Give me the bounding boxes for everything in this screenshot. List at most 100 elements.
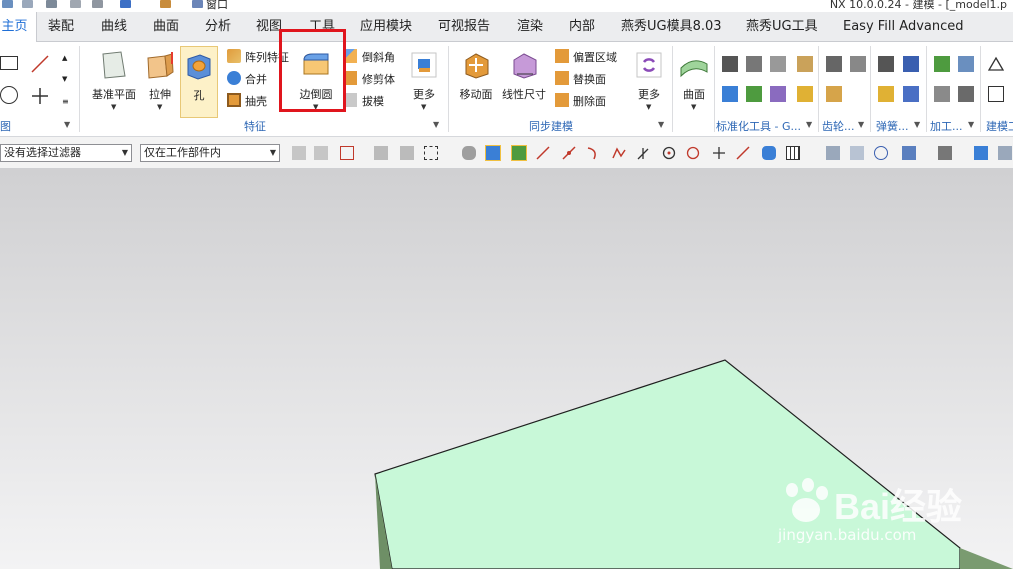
endpoint-snap-icon[interactable] <box>536 146 550 160</box>
selection-scope-dropdown[interactable]: 仅在工作部件内 ▼ <box>140 144 280 162</box>
standard-tool-7-icon[interactable] <box>770 86 786 102</box>
grid-icon[interactable] <box>786 146 800 160</box>
tab-assembly[interactable]: 装配 <box>48 12 74 42</box>
surface-button[interactable]: 曲面 ▼ <box>676 46 712 118</box>
standard-tool-3-icon[interactable] <box>770 56 786 72</box>
spring-tool-1-icon[interactable] <box>878 56 894 72</box>
face-select-icon[interactable] <box>462 146 476 160</box>
window-menu-label[interactable]: 窗口 <box>206 0 228 12</box>
feature-group-menu-icon[interactable]: ▼ <box>433 120 439 129</box>
feature-more-button[interactable]: 更多 ▼ <box>404 46 444 118</box>
tab-yanxiu-tools[interactable]: 燕秀UG工具 <box>746 12 818 42</box>
refresh-icon[interactable] <box>874 146 888 160</box>
gallery-expand-icon[interactable]: ≡ <box>62 97 69 106</box>
surface-dropdown-icon[interactable]: ▼ <box>691 103 696 111</box>
filter-tool-1-icon[interactable] <box>292 146 306 160</box>
spring-group-menu-icon[interactable]: ▼ <box>914 120 920 129</box>
gear-tool-1-icon[interactable] <box>826 56 842 72</box>
spring-tool-4-icon[interactable] <box>903 86 919 102</box>
linear-dimension-button[interactable]: 线性尺寸 <box>498 46 550 118</box>
machining-tool-1-icon[interactable] <box>934 56 950 72</box>
gear-tool-2-icon[interactable] <box>850 56 866 72</box>
standard-tool-4-icon[interactable] <box>797 56 813 72</box>
point-on-face-icon[interactable] <box>762 146 776 160</box>
filter-tool-3-icon[interactable] <box>374 146 388 160</box>
machining-tool-3-icon[interactable] <box>934 86 950 102</box>
machining-tool-4-icon[interactable] <box>958 86 974 102</box>
point-icon[interactable] <box>30 86 50 106</box>
part-navigator-icon[interactable] <box>120 0 131 8</box>
standard-tool-5-icon[interactable] <box>722 86 738 102</box>
folder-icon[interactable] <box>160 0 171 8</box>
body-select-icon[interactable] <box>485 145 501 161</box>
tab-analysis[interactable]: 分析 <box>205 12 231 42</box>
intersection-snap-icon[interactable] <box>636 146 650 160</box>
tab-tools[interactable]: 工具 <box>309 12 335 42</box>
tab-curve[interactable]: 曲线 <box>101 12 127 42</box>
tab-home[interactable]: 主页 <box>0 12 37 43</box>
feature-more-dropdown-icon[interactable]: ▼ <box>421 103 426 111</box>
triangle-icon[interactable] <box>988 56 1004 72</box>
standard-tools-menu-icon[interactable]: ▼ <box>806 120 812 129</box>
undo-icon[interactable] <box>2 0 13 8</box>
midpoint-snap-icon[interactable] <box>562 146 576 160</box>
tab-render[interactable]: 渲染 <box>517 12 543 42</box>
standard-tool-1-icon[interactable] <box>722 56 738 72</box>
sketch-group-menu-icon[interactable]: ▼ <box>64 120 70 129</box>
rectangle-icon[interactable] <box>0 56 18 70</box>
sync-group-menu-icon[interactable]: ▼ <box>658 120 664 129</box>
circle-icon[interactable] <box>0 86 18 104</box>
view-tool-2-icon[interactable] <box>850 146 864 160</box>
point-on-curve-icon[interactable] <box>736 146 750 160</box>
standard-tool-6-icon[interactable] <box>746 86 762 102</box>
view-tool-3-icon[interactable] <box>902 146 916 160</box>
tab-visual-report[interactable]: 可视报告 <box>438 12 490 42</box>
gear-group-menu-icon[interactable]: ▼ <box>858 120 864 129</box>
machining-tool-2-icon[interactable] <box>958 56 974 72</box>
edge-blend-dropdown-icon[interactable]: ▼ <box>313 103 318 111</box>
filter-tool-4-icon[interactable] <box>400 146 414 160</box>
scroll-up-icon[interactable]: ▲ <box>62 54 67 62</box>
cut-icon[interactable] <box>46 0 57 8</box>
view-tool-4-icon[interactable] <box>938 146 952 160</box>
scroll-down-icon[interactable]: ▼ <box>62 75 67 83</box>
sync-more-button[interactable]: 更多 ▼ <box>630 46 668 118</box>
tab-surface[interactable]: 曲面 <box>153 12 179 42</box>
arc-center-icon[interactable] <box>662 146 676 160</box>
graphics-window[interactable]: Bai经验 jingyan.baidu.com <box>0 169 1013 569</box>
spring-tool-3-icon[interactable] <box>878 86 894 102</box>
tab-yanxiu-mold[interactable]: 燕秀UG模具8.03 <box>621 12 722 42</box>
datum-plane-dropdown-icon[interactable]: ▼ <box>111 103 116 111</box>
standard-tool-2-icon[interactable] <box>746 56 762 72</box>
view-tool-5-icon[interactable] <box>974 146 988 160</box>
edge-blend-button[interactable]: 边倒圆 ▼ <box>292 46 340 118</box>
line-icon[interactable] <box>30 54 50 74</box>
tab-applications[interactable]: 应用模块 <box>360 12 412 42</box>
standard-tool-8-icon[interactable] <box>797 86 813 102</box>
curve-snap-icon[interactable] <box>586 146 600 160</box>
view-tool-6-icon[interactable] <box>998 146 1012 160</box>
datum-plane-button[interactable]: 基准平面 ▼ <box>86 46 142 118</box>
quadrant-point-icon[interactable] <box>686 146 700 160</box>
machining-group-menu-icon[interactable]: ▼ <box>968 120 974 129</box>
copy-icon[interactable] <box>70 0 81 8</box>
move-face-button[interactable]: 移动面 <box>456 46 496 118</box>
tab-internal[interactable]: 内部 <box>569 12 595 42</box>
hole-button[interactable]: 孔 <box>180 46 218 118</box>
extrude-button[interactable]: 拉伸 ▼ <box>143 46 177 118</box>
window-icon[interactable] <box>192 0 203 8</box>
part-right-face[interactable] <box>960 548 1013 569</box>
select-all-icon[interactable] <box>340 146 354 160</box>
view-tool-1-icon[interactable] <box>826 146 840 160</box>
paste-icon[interactable] <box>92 0 103 8</box>
vertex-snap-icon[interactable] <box>511 145 527 161</box>
tab-easy-fill[interactable]: Easy Fill Advanced <box>843 12 964 42</box>
rectangle-select-icon[interactable] <box>424 146 438 160</box>
spring-tool-2-icon[interactable] <box>903 56 919 72</box>
existing-point-icon[interactable] <box>712 146 726 160</box>
extrude-dropdown-icon[interactable]: ▼ <box>157 103 162 111</box>
redo-icon[interactable] <box>22 0 33 8</box>
modeling-tool-icon[interactable] <box>988 86 1004 102</box>
tab-view[interactable]: 视图 <box>256 12 282 42</box>
gear-tool-3-icon[interactable] <box>826 86 842 102</box>
